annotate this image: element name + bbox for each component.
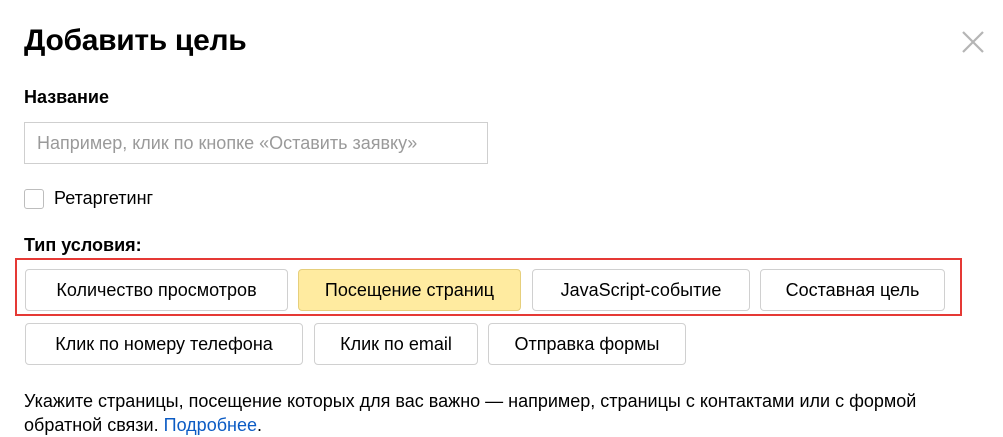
name-input-wrapper (24, 122, 488, 164)
option-email-click-button[interactable]: Клик по email (314, 323, 478, 365)
retargeting-checkbox[interactable] (24, 188, 44, 209)
description-text: Укажите страницы, посещение которых для … (24, 391, 917, 435)
description: Укажите страницы, посещение которых для … (24, 389, 989, 437)
retargeting-checkbox-row[interactable]: Ретаргетинг (24, 188, 153, 209)
description-trailing: . (256, 415, 262, 435)
dialog-title: Добавить цель (24, 24, 247, 57)
learn-more-link[interactable]: Подробнее (164, 415, 257, 435)
close-icon[interactable] (958, 27, 988, 57)
option-phone-click-button[interactable]: Клик по номеру телефона (25, 323, 303, 365)
name-label: Название (24, 87, 109, 107)
option-composite-goal-button[interactable]: Составная цель (760, 269, 945, 311)
retargeting-label: Ретаргетинг (54, 188, 154, 208)
option-form-submit-button[interactable]: Отправка формы (488, 323, 686, 365)
name-input[interactable] (25, 123, 487, 163)
condition-type-label: Тип условия: (24, 235, 142, 255)
option-page-views-button[interactable]: Количество просмотров (25, 269, 288, 311)
option-page-visits-button[interactable]: Посещение страниц (298, 269, 521, 311)
option-javascript-event-button[interactable]: JavaScript-событие (532, 269, 750, 311)
